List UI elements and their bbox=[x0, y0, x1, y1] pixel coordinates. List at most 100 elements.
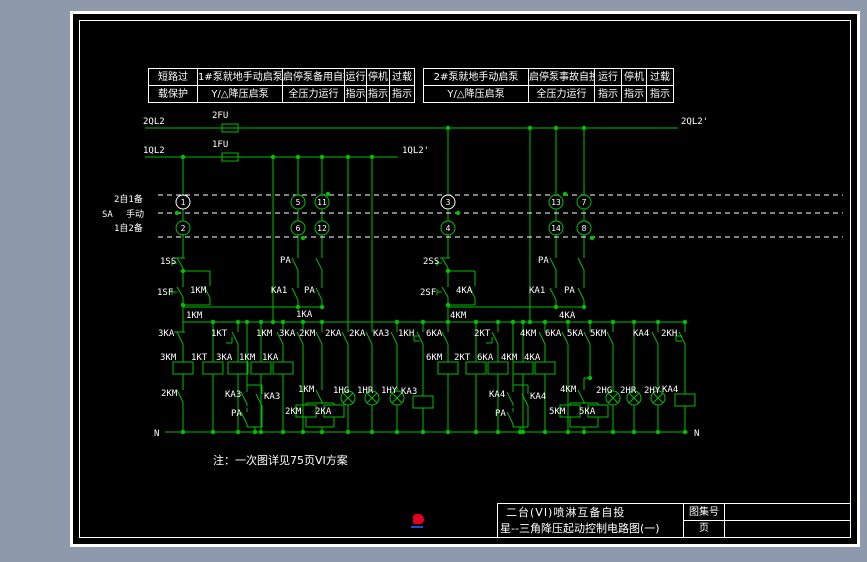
contact-symbol-no bbox=[176, 389, 184, 403]
junction-dot bbox=[295, 304, 301, 310]
component-label: 1KM bbox=[256, 329, 273, 339]
component-label: 1KT bbox=[191, 353, 208, 363]
contact-symbol-no bbox=[315, 257, 323, 271]
junction-dot bbox=[581, 125, 587, 131]
drawing-note: 注：一次图详见75页VI方案 bbox=[213, 454, 348, 467]
component-label: 1QL2 bbox=[143, 146, 165, 156]
junction-dot bbox=[610, 429, 616, 435]
component-label: 5KA bbox=[567, 329, 584, 339]
component-label: 2KT bbox=[474, 329, 491, 339]
selector-contact-number: 6 bbox=[296, 224, 301, 233]
junction-dot bbox=[258, 319, 264, 325]
junction-dot bbox=[553, 125, 559, 131]
contact-symbol-no bbox=[315, 287, 323, 301]
component-label: 2KA bbox=[349, 329, 366, 339]
junction-dot bbox=[325, 191, 331, 197]
component-label: SA bbox=[102, 210, 113, 220]
junction-dot bbox=[244, 319, 250, 325]
selector-contact-number: 4 bbox=[446, 224, 451, 233]
component-label: 4KM bbox=[560, 385, 577, 395]
component-label: 2自1备 bbox=[114, 193, 143, 205]
junction-dot bbox=[369, 154, 375, 160]
junction-dot bbox=[682, 429, 688, 435]
component-label: KA3 bbox=[373, 329, 389, 339]
schematic-drawing[interactable]: 12561112341314782QL22FU2QL2'1QL21FU1QL2'… bbox=[0, 0, 867, 562]
component-label: 6KA bbox=[477, 353, 494, 363]
component-label: 1KA bbox=[262, 353, 279, 363]
contact-symbol-no bbox=[240, 411, 248, 425]
junction-dot bbox=[319, 319, 325, 325]
red-stamp-underline bbox=[411, 526, 423, 528]
component-label: N bbox=[694, 429, 699, 439]
drawing-title-line1: 二台(VI)喷淋互备自投 bbox=[506, 506, 626, 519]
junction-dot bbox=[345, 154, 351, 160]
title-block-labels: 图集号 页 bbox=[683, 504, 724, 537]
junction-dot bbox=[587, 319, 593, 325]
junction-dot bbox=[581, 304, 587, 310]
atlas-number-label: 图集号 bbox=[684, 504, 724, 521]
contact-symbol-no bbox=[341, 331, 349, 345]
contact-symbol-no bbox=[549, 287, 557, 301]
component-label: 2KH bbox=[661, 329, 677, 339]
junction-dot bbox=[300, 429, 306, 435]
contact-symbol-no bbox=[291, 257, 299, 271]
component-label: 1FU bbox=[212, 140, 228, 150]
junction-dot bbox=[527, 125, 533, 131]
component-label: 2KA bbox=[325, 329, 342, 339]
junction-dot bbox=[420, 319, 426, 325]
component-label: 3KM bbox=[160, 353, 177, 363]
component-label: 4KA bbox=[524, 353, 541, 363]
coil-symbol bbox=[534, 361, 556, 375]
component-label: 2KA bbox=[315, 407, 332, 417]
selector-contact-number: 12 bbox=[317, 224, 327, 233]
contact-symbol-no bbox=[506, 391, 514, 405]
component-label: 1HR bbox=[357, 386, 374, 396]
component-label: 2KM bbox=[161, 389, 178, 399]
component-label: 2HY bbox=[644, 386, 661, 396]
junction-dot bbox=[210, 429, 216, 435]
junction-dot bbox=[300, 235, 306, 241]
junction-dot bbox=[394, 429, 400, 435]
junction-dot bbox=[258, 429, 264, 435]
junction-dot bbox=[280, 429, 286, 435]
selector-contact-number: 3 bbox=[446, 198, 451, 207]
component-label: 2KM bbox=[285, 407, 302, 417]
component-label: 5KM bbox=[590, 329, 607, 339]
contact-symbol-no bbox=[240, 391, 248, 405]
component-label: PA bbox=[538, 256, 549, 266]
contact-symbol-tmr bbox=[491, 331, 499, 345]
component-label: PA bbox=[495, 409, 506, 419]
contact-symbol-bno bbox=[176, 286, 184, 298]
junction-dot bbox=[445, 429, 451, 435]
junction-dot bbox=[235, 429, 241, 435]
junction-dot bbox=[252, 429, 258, 435]
junction-dot bbox=[473, 429, 479, 435]
contact-symbol-nc bbox=[176, 331, 184, 345]
cad-viewer-canvas[interactable]: 短路过载保护1#泵就地手动启泵Y/△降压启泵启停泵备用自投全压力运行运行指示停机… bbox=[0, 0, 867, 562]
red-stamp-mark bbox=[413, 514, 424, 524]
title-block: 二台(VI)喷淋互备自投 星--三角降压起动控制电路图(一) 图集号 页 bbox=[497, 503, 851, 538]
contact-symbol-bno bbox=[441, 286, 449, 298]
contact-symbol-no bbox=[506, 411, 514, 425]
junction-dot bbox=[300, 319, 306, 325]
junction-dot bbox=[527, 319, 533, 325]
junction-dot bbox=[235, 319, 241, 325]
junction-dot bbox=[369, 429, 375, 435]
contact-symbol-th bbox=[416, 331, 424, 345]
coil-symbol bbox=[674, 393, 696, 407]
component-label: 2HG bbox=[596, 386, 612, 396]
component-label: KA3 bbox=[225, 390, 241, 400]
junction-dot bbox=[587, 375, 593, 381]
component-label: 2HR bbox=[620, 386, 637, 396]
component-label: 4KA bbox=[456, 286, 473, 296]
contact-symbol-no bbox=[315, 331, 323, 345]
component-label: 2FU bbox=[212, 111, 228, 121]
component-label: KA1 bbox=[271, 286, 287, 296]
title-block-values bbox=[724, 504, 850, 537]
junction-dot bbox=[455, 210, 461, 216]
coil-symbol bbox=[512, 361, 534, 375]
component-label: KA4 bbox=[633, 329, 649, 339]
atlas-number-value bbox=[725, 504, 850, 521]
component-label: 2SF bbox=[420, 288, 436, 298]
component-label: PA bbox=[231, 409, 242, 419]
